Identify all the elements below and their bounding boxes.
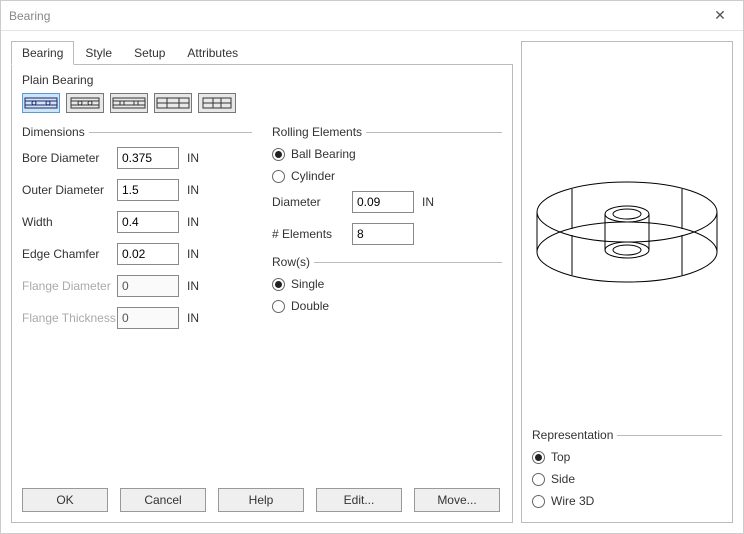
flange-thk-label: Flange Thickness [22,311,117,325]
single-radio[interactable]: Single [272,277,502,291]
close-icon[interactable]: ✕ [705,1,735,31]
flange-dia-input [117,275,179,297]
bore-input[interactable] [117,147,179,169]
rows-header: Row(s) [272,255,310,269]
cylinder-radio[interactable]: Cylinder [272,169,502,183]
bearing-type-3-icon[interactable] [110,93,148,113]
flange-dia-label: Flange Diameter [22,279,117,293]
rolling-group: Rolling Elements Ball Bearing Cylinder D… [272,125,502,339]
titlebar: Bearing ✕ [1,1,743,31]
elements-label: # Elements [272,227,352,241]
representation-group: Representation Top Side Wire 3D [522,422,732,522]
tab-body: Plain Bearing [11,64,513,523]
edit-button[interactable]: Edit... [316,488,402,512]
bearing-preview-icon [532,132,722,332]
rep-wire-label: Wire 3D [551,494,594,508]
ball-bearing-label: Ball Bearing [291,147,356,161]
outer-input[interactable] [117,179,179,201]
width-unit: IN [187,215,199,229]
ok-button[interactable]: OK [22,488,108,512]
tab-strip: Bearing Style Setup Attributes [11,41,513,65]
rep-side-label: Side [551,472,575,486]
bearing-type-2-icon[interactable] [66,93,104,113]
rolling-dia-label: Diameter [272,195,352,209]
radio-icon [532,451,545,464]
bearing-type-4-icon[interactable] [154,93,192,113]
width-input[interactable] [117,211,179,233]
main-area: Bearing Style Setup Attributes Plain Bea… [1,31,743,533]
single-label: Single [291,277,324,291]
flange-dia-unit: IN [187,279,199,293]
tab-bearing[interactable]: Bearing [11,41,74,65]
dimensions-group: Dimensions Bore Diameter IN Outer Diamet… [22,125,252,339]
bearing-type-1-icon[interactable] [22,93,60,113]
width-label: Width [22,215,117,229]
bore-unit: IN [187,151,199,165]
double-label: Double [291,299,329,313]
outer-unit: IN [187,183,199,197]
rep-top-label: Top [551,450,570,464]
outer-label: Outer Diameter [22,183,117,197]
flange-thk-unit: IN [187,311,199,325]
rep-wire-radio[interactable]: Wire 3D [532,494,722,508]
button-row: OK Cancel Help Edit... Move... [22,488,500,512]
double-radio[interactable]: Double [272,299,502,313]
radio-icon [532,473,545,486]
left-panel: Bearing Style Setup Attributes Plain Bea… [11,41,513,523]
preview-canvas [522,42,732,422]
bore-label: Bore Diameter [22,151,117,165]
tab-setup[interactable]: Setup [123,41,176,65]
rep-top-radio[interactable]: Top [532,450,722,464]
bearing-type-strip [22,93,502,113]
rolling-dia-input[interactable] [352,191,414,213]
radio-icon [272,148,285,161]
rep-side-radio[interactable]: Side [532,472,722,486]
tab-attributes[interactable]: Attributes [176,41,249,65]
tab-style[interactable]: Style [74,41,123,65]
rolling-header: Rolling Elements [272,125,362,139]
cylinder-label: Cylinder [291,169,335,183]
chamfer-label: Edge Chamfer [22,247,117,261]
bearing-type-5-icon[interactable] [198,93,236,113]
flange-thk-input [117,307,179,329]
plain-bearing-label: Plain Bearing [22,73,502,87]
help-button[interactable]: Help [218,488,304,512]
rolling-dia-unit: IN [422,195,434,209]
chamfer-input[interactable] [117,243,179,265]
move-button[interactable]: Move... [414,488,500,512]
dimensions-header: Dimensions [22,125,85,139]
preview-panel: Representation Top Side Wire 3D [521,41,733,523]
radio-icon [272,278,285,291]
chamfer-unit: IN [187,247,199,261]
cancel-button[interactable]: Cancel [120,488,206,512]
ball-bearing-radio[interactable]: Ball Bearing [272,147,502,161]
radio-icon [272,300,285,313]
representation-header: Representation [532,428,613,442]
radio-icon [532,495,545,508]
window-title: Bearing [9,9,705,23]
radio-icon [272,170,285,183]
elements-input[interactable] [352,223,414,245]
